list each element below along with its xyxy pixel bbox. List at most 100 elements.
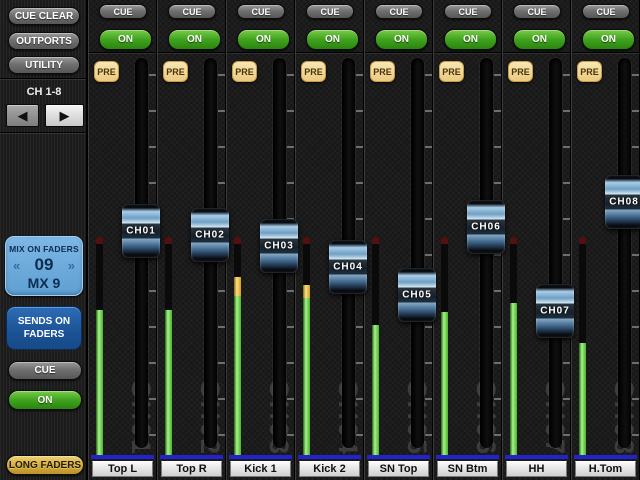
mix-next-icon[interactable]: »: [68, 258, 75, 273]
fader-scale-tick: [149, 182, 156, 184]
fader-cap[interactable]: CH03: [260, 219, 298, 273]
channel-cue-button[interactable]: CUE: [306, 4, 354, 19]
mix-prev-icon[interactable]: «: [13, 258, 20, 273]
channel-strip: CUE ON PRE CH03 CH03 Kick 1: [226, 0, 295, 480]
divider: [89, 52, 156, 54]
pre-badge[interactable]: PRE: [163, 61, 188, 82]
fader-scale-tick: [425, 182, 432, 184]
meter-green-segment: [579, 343, 586, 455]
channel-on-button[interactable]: ON: [513, 29, 566, 50]
channel-name[interactable]: SN Top: [368, 461, 429, 477]
fader-scale-tick: [287, 146, 294, 148]
pre-badge[interactable]: PRE: [370, 61, 395, 82]
fader-scale-tick: [563, 146, 570, 148]
fader-scale-tick: [425, 110, 432, 112]
channel-name[interactable]: H.Tom: [575, 461, 636, 477]
outports-button[interactable]: OUTPORTS: [8, 32, 80, 50]
bank-next-button[interactable]: ▶: [45, 104, 84, 127]
pre-badge[interactable]: PRE: [577, 61, 602, 82]
channel-cue-button[interactable]: CUE: [375, 4, 423, 19]
fader-cap[interactable]: CH08: [605, 175, 640, 229]
fader-cap[interactable]: CH07: [536, 284, 574, 338]
fader-cap[interactable]: CH06: [467, 200, 505, 254]
pre-badge[interactable]: PRE: [301, 61, 326, 82]
fader-scale-tick: [287, 74, 294, 76]
meter-clip-indicator: [372, 237, 379, 244]
channel-cue-button[interactable]: CUE: [99, 4, 147, 19]
fader-track[interactable]: [549, 58, 562, 448]
fader-scale-tick: [149, 362, 156, 364]
fader-cap-label: CH02: [191, 228, 229, 243]
fader-scale-tick: [632, 434, 639, 436]
pre-badge[interactable]: PRE: [94, 61, 119, 82]
channel-strip: CUE ON PRE CH04 CH04 Kick 2: [295, 0, 364, 480]
meter-green-segment: [234, 296, 241, 455]
channel-name[interactable]: SN Btm: [437, 461, 498, 477]
channel-cue-button[interactable]: CUE: [513, 4, 561, 19]
meter-yellow-segment: [303, 285, 310, 298]
fader-scale-tick: [218, 182, 225, 184]
fader-scale-tick: [425, 434, 432, 436]
pre-badge[interactable]: PRE: [232, 61, 257, 82]
fader-scale-tick: [425, 146, 432, 148]
channel-cue-button[interactable]: CUE: [582, 4, 630, 19]
meter-clip-indicator: [441, 237, 448, 244]
divider: [158, 52, 225, 54]
fader-cap[interactable]: CH01: [122, 204, 160, 258]
left-arrow-icon: ◀: [18, 108, 28, 124]
meter-clip-indicator: [510, 237, 517, 244]
channel-cue-button[interactable]: CUE: [168, 4, 216, 19]
channel-name[interactable]: Top R: [161, 461, 222, 477]
fader-scale-tick: [563, 434, 570, 436]
pre-badge[interactable]: PRE: [439, 61, 464, 82]
fader-cap[interactable]: CH02: [191, 208, 229, 262]
utility-button[interactable]: UTILITY: [8, 56, 80, 74]
fader-cap[interactable]: CH04: [329, 240, 367, 294]
fader-scale-tick: [356, 326, 363, 328]
meter-green-segment: [372, 325, 379, 455]
bank-prev-button[interactable]: ◀: [6, 104, 39, 127]
divider: [434, 52, 501, 54]
channel-on-button[interactable]: ON: [237, 29, 290, 50]
sends-on-faders-button[interactable]: SENDS ON FADERS: [6, 306, 82, 350]
fader-track[interactable]: [411, 58, 424, 448]
fader-cap-label: CH05: [398, 288, 436, 303]
channel-color-bar: [367, 455, 430, 459]
cue-clear-button[interactable]: CUE CLEAR: [8, 7, 80, 25]
divider: [365, 52, 432, 54]
channel-on-button[interactable]: ON: [306, 29, 359, 50]
channel-cue-button[interactable]: CUE: [444, 4, 492, 19]
channel-name[interactable]: Top L: [92, 461, 153, 477]
channel-color-bar: [505, 455, 568, 459]
fader-scale-tick: [287, 434, 294, 436]
meter-clip-indicator: [303, 237, 310, 244]
fader-track[interactable]: [618, 58, 631, 448]
channel-name[interactable]: Kick 1: [230, 461, 291, 477]
channel-cue-button[interactable]: CUE: [237, 4, 285, 19]
channel-on-button[interactable]: ON: [582, 29, 635, 50]
channel-name[interactable]: Kick 2: [299, 461, 360, 477]
channel-on-button[interactable]: ON: [99, 29, 152, 50]
fader-scale-tick: [632, 74, 639, 76]
fader-scale-tick: [632, 362, 639, 364]
mix-on-faders-panel[interactable]: MIX ON FADERS « 09 » MX 9: [5, 236, 83, 296]
master-on-button[interactable]: ON: [8, 390, 82, 410]
channel-strip: CUE ON PRE CH01 CH01 Top L: [88, 0, 157, 480]
channel-on-button[interactable]: ON: [375, 29, 428, 50]
fader-cap-label: CH03: [260, 239, 298, 254]
fader-scale-tick: [632, 110, 639, 112]
channel-on-button[interactable]: ON: [444, 29, 497, 50]
channel-on-button[interactable]: ON: [168, 29, 221, 50]
fader-scale-tick: [287, 362, 294, 364]
fader-scale-tick: [494, 362, 501, 364]
master-cue-button[interactable]: CUE: [8, 361, 82, 380]
fader-scale-tick: [287, 110, 294, 112]
pre-badge[interactable]: PRE: [508, 61, 533, 82]
channel-name[interactable]: HH: [506, 461, 567, 477]
channel-strip: CUE ON PRE CH02 CH02 Top R: [157, 0, 226, 480]
fader-scale-tick: [149, 146, 156, 148]
sends-on-faders-line1: SENDS ON: [18, 315, 70, 328]
fader-cap[interactable]: CH05: [398, 268, 436, 322]
long-faders-button[interactable]: LONG FADERS: [6, 455, 84, 475]
mix-number: 09: [35, 255, 54, 275]
